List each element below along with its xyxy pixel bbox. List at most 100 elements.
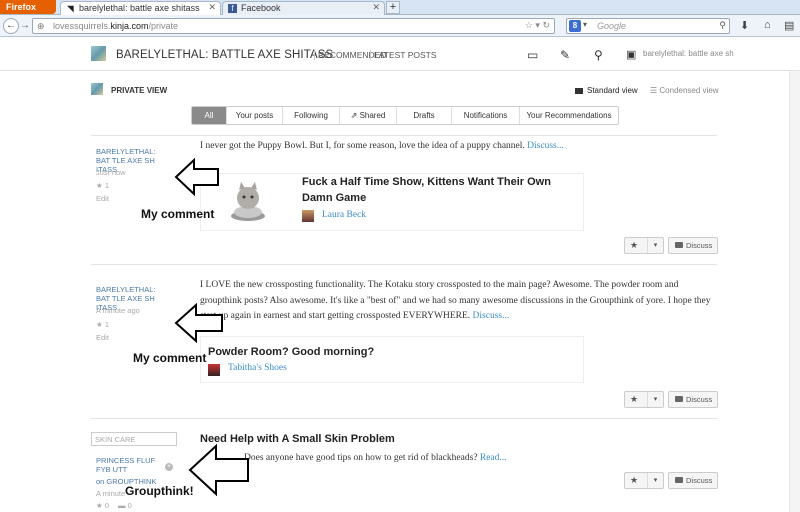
scrollbar[interactable]: [789, 71, 800, 512]
google-icon: 8: [569, 20, 581, 32]
nav-latest-posts[interactable]: LATEST POSTS: [370, 50, 437, 60]
speech-bubble-icon: [675, 242, 683, 248]
discuss-link[interactable]: Discuss...: [473, 311, 510, 321]
inbox-icon[interactable]: ▭: [527, 48, 538, 62]
star-icon: ★: [96, 181, 105, 190]
search-input[interactable]: 8 ▾ Google ⚲: [566, 18, 730, 34]
pencil-icon[interactable]: ✎: [560, 48, 570, 62]
chevron-down-icon[interactable]: ▾: [647, 392, 663, 407]
speech-bubble-icon: ▬: [118, 501, 128, 510]
chevron-down-icon[interactable]: ▾: [647, 238, 663, 253]
star-count: ★ 1: [96, 320, 109, 329]
tab-kinja[interactable]: ◥ barelylethal: battle axe shitass ✕: [60, 1, 221, 15]
facebook-icon: f: [228, 4, 237, 13]
download-icon[interactable]: ⬇: [740, 19, 749, 32]
back-button[interactable]: ←: [3, 18, 19, 34]
follow-icon[interactable]: +: [165, 463, 173, 471]
home-icon[interactable]: ⌂: [764, 19, 771, 31]
discuss-button[interactable]: Discuss: [668, 237, 718, 254]
url-bar[interactable]: ⊕ lovessquirrels.kinja.com/private ☆ ▾ ↻: [32, 18, 555, 34]
forward-button[interactable]: →: [20, 20, 32, 32]
tab-facebook[interactable]: f Facebook ✕: [222, 1, 385, 15]
annotation-text: My comment: [133, 351, 207, 365]
condensed-view-toggle[interactable]: ☰ Condensed view: [650, 86, 719, 95]
card-title[interactable]: Fuck a Half Time Show, Kittens Want Thei…: [302, 174, 582, 206]
standard-view-toggle[interactable]: Standard view: [575, 86, 638, 95]
discuss-button[interactable]: Discuss: [668, 391, 718, 408]
star-count-value: 1: [104, 320, 109, 329]
recommend-button[interactable]: ★ ▾: [624, 391, 664, 408]
arrow-annotation-icon: [174, 303, 223, 343]
private-view-avatar: [91, 83, 103, 95]
star-count: ★ 0: [96, 501, 109, 510]
globe-icon: ⊕: [37, 21, 45, 31]
annotation-text: My comment: [141, 207, 215, 221]
recommend-button[interactable]: ★ ▾: [624, 237, 664, 254]
tab-your-posts[interactable]: Your posts: [227, 107, 283, 124]
post-time[interactable]: Just now: [96, 168, 126, 177]
card-author-avatar: [302, 210, 314, 222]
post-text: Does anyone have good tips on how to get…: [244, 453, 478, 463]
annotation-text: Groupthink!: [125, 484, 194, 498]
new-tab-button[interactable]: +: [386, 1, 400, 14]
search-icon[interactable]: ⚲: [594, 48, 603, 62]
post-text: I LOVE the new crossposting functionalit…: [200, 280, 711, 321]
browser-nav-bar: ← → ⊕ lovessquirrels.kinja.com/private ☆…: [0, 15, 800, 37]
standard-view-label: Standard view: [587, 86, 638, 95]
tab-your-recommendations[interactable]: Your Recommendations: [520, 107, 618, 124]
star-icon: ★: [96, 501, 105, 510]
tab-all[interactable]: All: [192, 107, 227, 124]
tab-following[interactable]: Following: [283, 107, 340, 124]
tab-notifications[interactable]: Notifications: [452, 107, 520, 124]
kitten-thumbnail: [231, 182, 265, 221]
browser-tab-bar: Firefox ◥ barelylethal: battle axe shita…: [0, 0, 800, 15]
speech-bubble-icon: [675, 396, 683, 402]
star-icon: ★: [96, 320, 105, 329]
condensed-view-label: Condensed view: [659, 86, 719, 95]
divider: [91, 418, 717, 419]
edit-link[interactable]: Edit: [96, 333, 109, 342]
menu-icon[interactable]: ▤: [784, 19, 794, 32]
card-title[interactable]: Powder Room? Good morning?: [208, 344, 374, 360]
card-author[interactable]: Laura Beck: [322, 210, 366, 220]
search-placeholder: Google: [597, 21, 627, 31]
site-title[interactable]: BARELYLETHAL: BATTLE AXE SHITASS: [116, 49, 333, 61]
chevron-down-icon[interactable]: ▾: [583, 20, 587, 29]
tab-title: Facebook: [241, 3, 281, 13]
discuss-label: Discuss: [686, 241, 713, 250]
star-count-value: 1: [104, 181, 109, 190]
user-icon[interactable]: ▣: [626, 48, 636, 61]
star-icon: ★: [630, 240, 639, 250]
chevron-down-icon[interactable]: ▾: [647, 473, 663, 488]
read-link[interactable]: Read...: [480, 453, 507, 463]
tab-drafts[interactable]: Drafts: [397, 107, 452, 124]
post-time[interactable]: A minute ago: [96, 306, 140, 315]
private-view-label: PRIVATE VIEW: [111, 86, 168, 95]
user-label[interactable]: barelylethal: battle axe sh: [643, 49, 734, 58]
comment-count-value: 0: [127, 501, 132, 510]
blog-avatar[interactable]: [91, 46, 106, 61]
post-time[interactable]: A minute: [96, 489, 125, 498]
close-tab-icon[interactable]: ✕: [208, 2, 216, 13]
post-author[interactable]: PRINCESS FLUFFYB UTT: [96, 456, 156, 474]
close-tab-icon[interactable]: ✕: [372, 2, 380, 13]
arrow-annotation-icon: [174, 158, 219, 196]
tag-label[interactable]: SKIN CARE: [91, 432, 177, 446]
card-author-avatar: [208, 364, 220, 376]
shared-post-card[interactable]: Fuck a Half Time Show, Kittens Want Thei…: [200, 173, 584, 231]
recommend-button[interactable]: ★ ▾: [624, 472, 664, 489]
discuss-link[interactable]: Discuss...: [527, 141, 564, 151]
discuss-label: Discuss: [686, 395, 713, 404]
edit-link[interactable]: Edit: [96, 194, 109, 203]
search-icon[interactable]: ⚲: [719, 20, 726, 31]
post-body: I never got the Puppy Bowl. But I, for s…: [200, 139, 716, 155]
card-author[interactable]: Tabitha's Shoes: [228, 363, 287, 373]
divider: [91, 264, 717, 265]
tab-shared[interactable]: ⇗ Shared: [340, 107, 397, 124]
star-icon: ★: [630, 475, 639, 485]
discuss-button[interactable]: Discuss: [668, 472, 718, 489]
bookmark-star-icon[interactable]: ☆ ▾ ↻: [525, 20, 550, 31]
shared-post-card[interactable]: Powder Room? Good morning? Tabitha's Sho…: [200, 336, 584, 383]
firefox-menu-button[interactable]: Firefox: [0, 0, 56, 14]
speech-bubble-icon: [675, 477, 683, 483]
